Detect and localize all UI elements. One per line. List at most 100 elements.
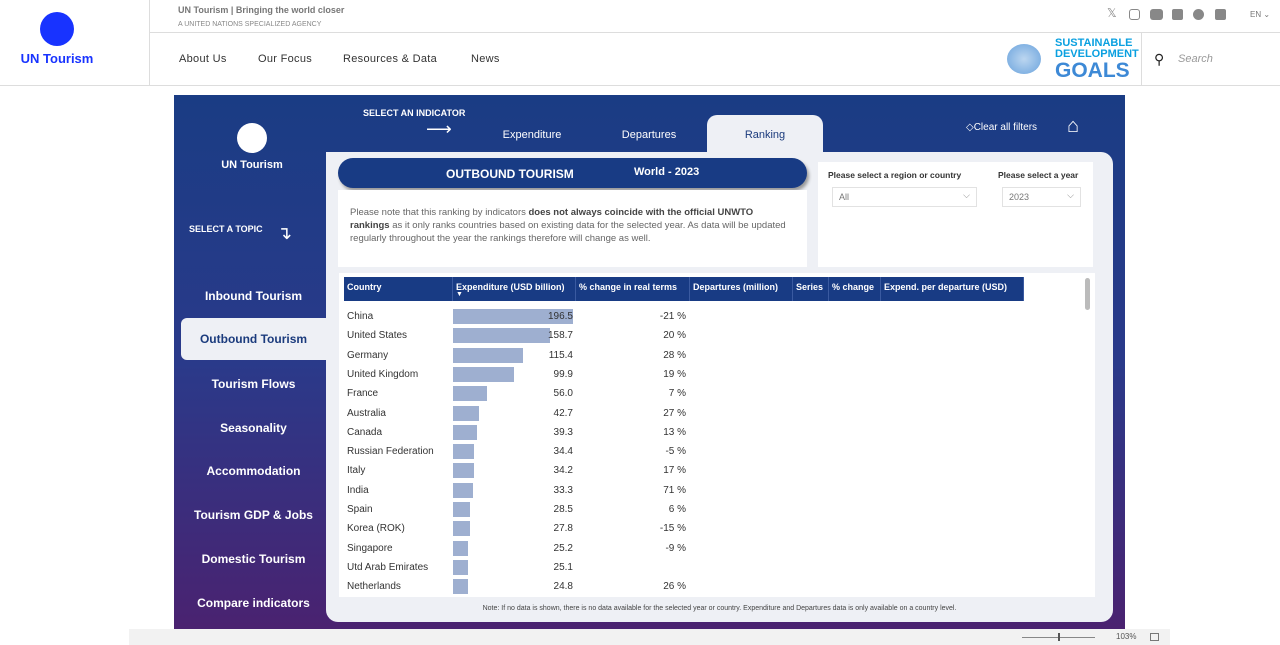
scrollbar[interactable] (1085, 278, 1090, 310)
table-row[interactable]: Netherlands 24.8 26 % (344, 577, 1024, 596)
expenditure-cell: 39.3 (553, 426, 573, 438)
col-country[interactable]: Country (344, 277, 453, 301)
nav-news[interactable]: News (471, 53, 500, 65)
country-cell: Korea (ROK) (347, 523, 405, 535)
tagline: UN Tourism | Bringing the world closer (178, 5, 345, 15)
table-row[interactable]: Korea (ROK) 27.8 -15 % (344, 519, 1024, 538)
expenditure-cell: 27.8 (553, 523, 573, 535)
search-input[interactable]: Search (1178, 53, 1213, 65)
select-topic-label: SELECT A TOPIC (189, 224, 263, 234)
nav-our-focus[interactable]: Our Focus (258, 53, 312, 65)
note-text: as it only ranks countries based on exis… (350, 220, 786, 244)
table-row[interactable]: Italy 34.2 17 % (344, 461, 1024, 480)
banner-scope: World - 2023 (634, 166, 700, 178)
nav-about-us[interactable]: About Us (179, 53, 227, 65)
pct-change-cell: -5 % (665, 446, 686, 458)
un-emblem-icon (1007, 44, 1041, 74)
zoom-slider-handle[interactable] (1058, 633, 1060, 641)
topic-accommodation[interactable]: Accommodation (181, 450, 326, 492)
col-departures[interactable]: Departures (million) (690, 277, 793, 301)
instagram-icon[interactable] (1129, 9, 1140, 20)
search-box[interactable]: ⚲ Search (1141, 33, 1280, 86)
region-dropdown[interactable]: All ⌵ (832, 187, 977, 207)
expenditure-cell: 196.5 (547, 311, 573, 322)
footnote: Note: If no data is shown, there is no d… (482, 605, 957, 612)
table-row[interactable]: Spain 28.5 6 % (344, 500, 1024, 519)
sdg-logo[interactable]: SUSTAINABLE DEVELOPMENT GOALS (1055, 38, 1139, 82)
table-row[interactable]: China 196.5 -21 % (344, 307, 1024, 326)
country-cell: Singapore (347, 542, 393, 554)
pct-change-cell: -21 % (659, 311, 686, 322)
linkedin-icon[interactable] (1215, 9, 1226, 20)
flickr-icon[interactable] (1172, 9, 1183, 20)
nav-resources-data[interactable]: Resources & Data (343, 53, 437, 65)
table-row[interactable]: Germany 115.4 28 % (344, 346, 1024, 365)
language-selector[interactable]: EN ⌄ (1250, 10, 1270, 19)
tab-departures[interactable]: Departures (591, 115, 707, 153)
table-row[interactable]: Australia 42.7 27 % (344, 404, 1024, 423)
country-cell: India (347, 484, 369, 496)
report-status-bar (129, 629, 1170, 645)
topic-domestic-tourism[interactable]: Domestic Tourism (181, 538, 326, 580)
topic-tourism-gdp-jobs[interactable]: Tourism GDP & Jobs (181, 494, 326, 536)
pct-change-cell: 20 % (663, 330, 686, 342)
select-indicator-label: SELECT AN INDICATOR (363, 108, 466, 118)
pct-change-cell: -15 % (659, 523, 686, 535)
x-icon[interactable]: 𝕏 (1107, 6, 1118, 20)
topic-inbound-tourism[interactable]: Inbound Tourism (181, 275, 326, 317)
pct-change-cell: 26 % (663, 581, 686, 593)
facebook-icon[interactable] (1193, 9, 1204, 20)
col-expenditure[interactable]: Expenditure (USD billion) ▼ (453, 277, 576, 301)
table-row[interactable]: United Kingdom 99.9 19 % (344, 365, 1024, 384)
sdg-line: GOALS (1055, 59, 1130, 82)
un-tourism-logo[interactable]: UN Tourism (0, 0, 150, 86)
pct-change-cell: 27 % (663, 407, 686, 419)
pct-change-cell: -9 % (665, 542, 686, 554)
col-pct-change[interactable]: % change (829, 277, 881, 301)
powerbi-report: UN Tourism SELECT A TOPIC ↴ Inbound Tour… (174, 95, 1125, 629)
sort-desc-icon: ▼ (456, 291, 463, 298)
chevron-down-icon: ⌵ (1067, 190, 1074, 200)
country-cell: Italy (347, 465, 366, 477)
table-row[interactable]: India 33.3 71 % (344, 481, 1024, 500)
pct-change-cell: 6 % (668, 504, 686, 515)
site-header: UN Tourism UN Tourism | Bringing the wor… (0, 0, 1280, 86)
topic-outbound-tourism[interactable]: Outbound Tourism (181, 318, 326, 360)
pct-change-cell: 7 % (668, 388, 686, 400)
zoom-level: 103% (1116, 632, 1137, 641)
topic-sidebar: UN Tourism SELECT A TOPIC ↴ Inbound Tour… (174, 95, 326, 629)
year-dropdown[interactable]: 2023 ⌵ (1002, 187, 1081, 207)
table-row[interactable]: Russian Federation 34.4 -5 % (344, 442, 1024, 461)
pct-change-cell: 17 % (663, 465, 686, 477)
curved-arrow-icon: ↴ (277, 223, 293, 243)
table-row[interactable]: Singapore 25.2 -9 % (344, 539, 1024, 558)
country-cell: France (347, 388, 379, 400)
country-cell: Canada (347, 426, 383, 438)
fit-to-page-icon[interactable] (1150, 633, 1159, 641)
clear-filters-button[interactable]: ◇Clear all filters (966, 122, 1037, 133)
expenditure-cell: 25.1 (553, 561, 573, 573)
expenditure-cell: 99.9 (553, 368, 573, 380)
col-expend-per-departure[interactable]: Expend. per departure (USD) (881, 277, 1024, 301)
topic-seasonality[interactable]: Seasonality (181, 407, 326, 449)
tab-expenditure[interactable]: Expenditure (474, 115, 590, 153)
tab-ranking[interactable]: Ranking (707, 115, 823, 153)
topic-tourism-flows[interactable]: Tourism Flows (181, 363, 326, 405)
youtube-icon[interactable] (1150, 9, 1163, 20)
ranking-note: Please note that this ranking by indicat… (338, 190, 807, 267)
un-tourism-report-logo-icon (237, 123, 267, 153)
country-cell: Spain (347, 504, 373, 515)
table-row[interactable]: United States 158.7 20 % (344, 326, 1024, 345)
table-row[interactable]: Utd Arab Emirates 25.1 (344, 558, 1024, 577)
table-row[interactable]: France 56.0 7 % (344, 384, 1024, 403)
country-cell: Netherlands (347, 581, 401, 593)
topic-compare-indicators[interactable]: Compare indicators (181, 582, 326, 624)
expenditure-cell: 33.3 (553, 484, 573, 496)
col-pct-change-real[interactable]: % change in real terms (576, 277, 690, 301)
col-series[interactable]: Series (793, 277, 829, 301)
table-row[interactable]: Canada 39.3 13 % (344, 423, 1024, 442)
expenditure-cell: 56.0 (553, 388, 573, 400)
expenditure-cell: 25.2 (553, 542, 573, 554)
globe-logo-icon (40, 12, 74, 46)
home-icon[interactable]: ⌂ (1067, 115, 1079, 138)
